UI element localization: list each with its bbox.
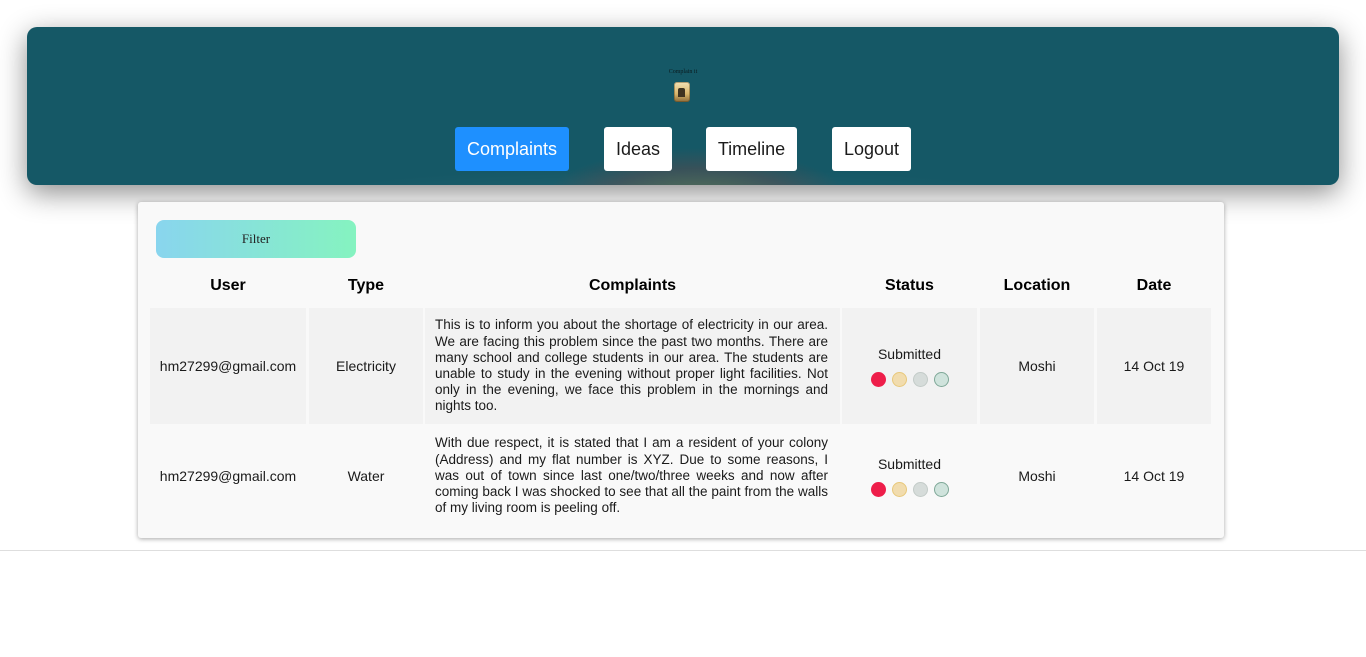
brand-logo-icon[interactable]	[674, 82, 690, 102]
status-resolved-dot	[933, 481, 949, 497]
row1-location-cell: Moshi	[980, 308, 1094, 424]
row2-date-cell: 14 Oct 19	[1123, 468, 1185, 484]
row1-type-cell: Electricity	[309, 308, 423, 424]
status-submitted-dot	[870, 371, 886, 387]
row1-user-cell: hm27299@gmail.com	[150, 308, 306, 424]
row2-status-cell: Submitted	[842, 424, 977, 528]
row2-status-label: Submitted	[877, 455, 942, 472]
row1-complaint-text: This is to inform you about the shortage…	[435, 317, 828, 414]
status-review-dot	[912, 481, 928, 497]
brand-title: Complain it	[668, 69, 698, 75]
filter-button[interactable]: Filter	[156, 220, 356, 258]
row1-status-cell: Submitted	[842, 308, 977, 424]
column-header-complaints: Complaints	[588, 277, 677, 294]
row2-location-cell: Moshi	[1018, 468, 1056, 484]
column-header-type: Type	[347, 277, 385, 294]
status-resolved-dot	[933, 371, 949, 387]
complaints-card: Filter User Type Complaints Status Locat…	[138, 202, 1224, 538]
status-in-progress-dot	[891, 371, 907, 387]
column-header-user: User	[210, 277, 246, 294]
column-header-date: Date	[1136, 277, 1172, 294]
nav-complaints-button[interactable]: Complaints	[455, 127, 569, 171]
row1-complaint-cell: This is to inform you about the shortage…	[425, 308, 840, 424]
nav-ideas-button[interactable]: Ideas	[604, 127, 672, 171]
column-header-location: Location	[1003, 277, 1071, 294]
main-nav: Complaints Ideas Timeline Logout	[27, 127, 1339, 171]
header-banner: Complain it Complaints Ideas Timeline Lo…	[27, 27, 1339, 185]
nav-logout-button[interactable]: Logout	[832, 127, 911, 171]
page-divider	[0, 550, 1366, 551]
nav-timeline-button[interactable]: Timeline	[706, 127, 797, 171]
row1-date-cell: 14 Oct 19	[1097, 308, 1211, 424]
row2-status-dots	[870, 481, 949, 497]
status-in-progress-dot	[891, 481, 907, 497]
row2-type-cell: Water	[347, 468, 385, 484]
column-header-status: Status	[885, 277, 934, 294]
row1-status-label: Submitted	[877, 345, 942, 362]
status-review-dot	[912, 371, 928, 387]
row2-complaint-cell: With due respect, it is stated that I am…	[425, 424, 840, 528]
row1-status-dots	[870, 371, 949, 387]
row2-user-cell: hm27299@gmail.com	[159, 468, 297, 484]
row2-complaint-text: With due respect, it is stated that I am…	[435, 435, 828, 516]
status-submitted-dot	[870, 481, 886, 497]
